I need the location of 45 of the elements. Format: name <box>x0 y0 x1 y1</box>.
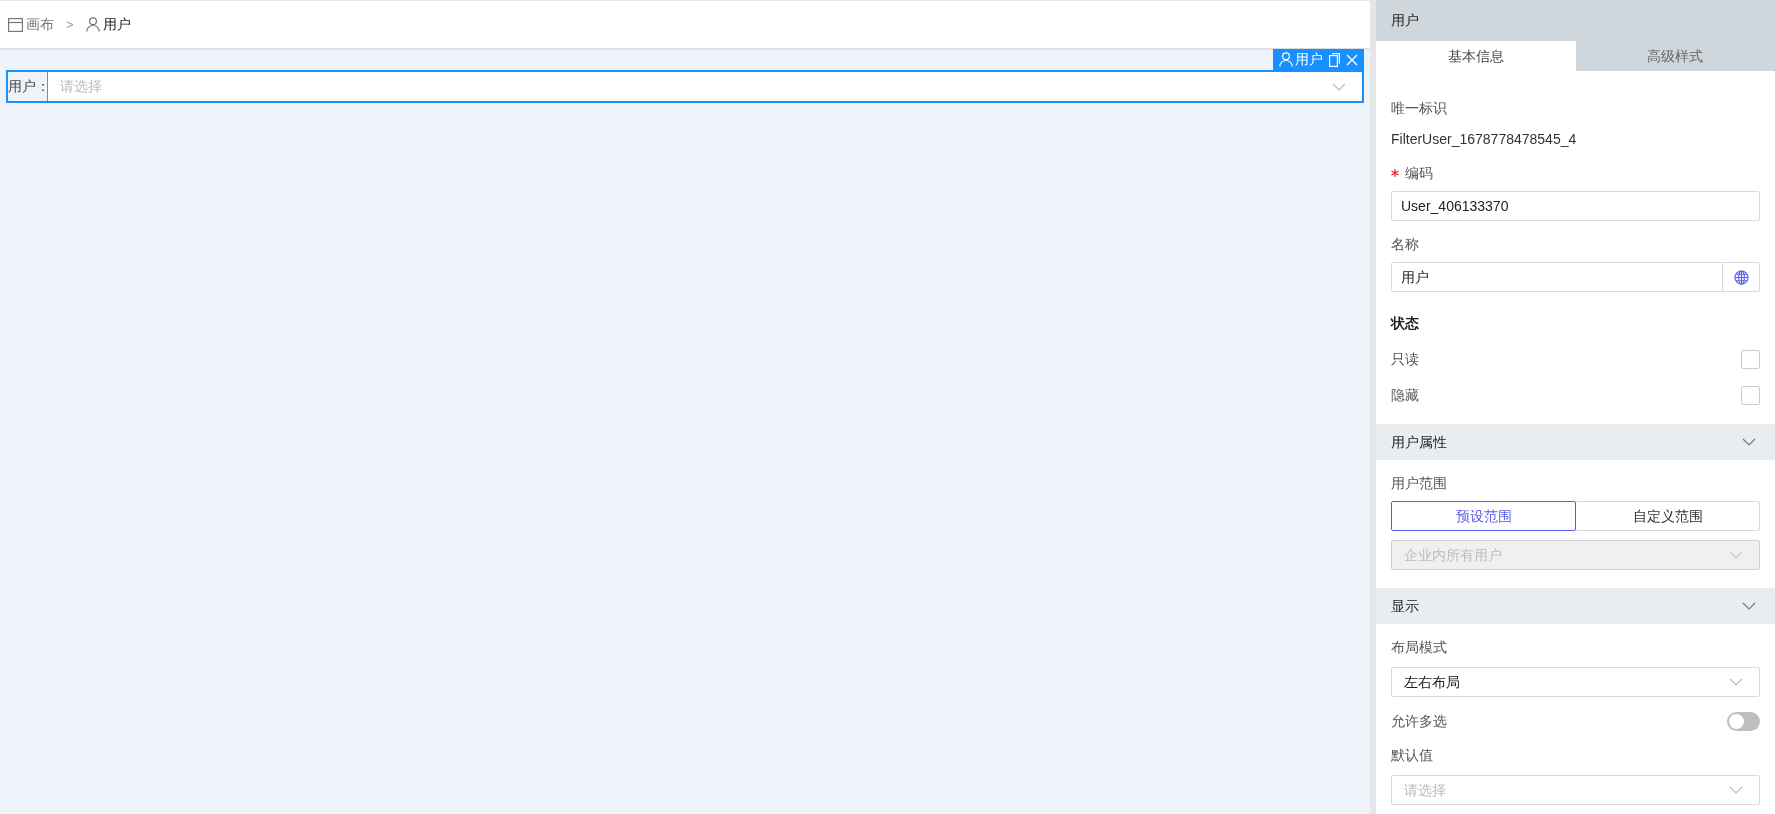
breadcrumb-item[interactable]: 用户 <box>85 14 131 35</box>
select-value: 左右布局 <box>1404 672 1460 692</box>
placeholder-text: 请选择 <box>1404 780 1446 800</box>
switch-label: 允许多选 <box>1391 711 1447 731</box>
checkbox[interactable] <box>1741 349 1760 369</box>
input-field[interactable]: 用户 <box>1392 263 1722 291</box>
chevron-down-icon <box>1332 82 1346 91</box>
field-label: 用户： <box>8 72 48 101</box>
field-value: FilterUser_1678778478545_4 <box>1391 129 1578 149</box>
segment-option[interactable]: 自定义范围 <box>1575 501 1760 531</box>
field-label: 唯一标识 <box>1391 98 1447 118</box>
checkbox-label: 只读 <box>1391 349 1419 369</box>
field-label: 编码 <box>1405 163 1433 183</box>
chevron-down-icon <box>1742 602 1756 610</box>
copy-icon[interactable] <box>1329 52 1340 67</box>
chevron-down-icon <box>1742 438 1756 446</box>
chevron-down-icon <box>1729 678 1743 686</box>
globe-icon <box>1733 269 1749 285</box>
section-header[interactable]: 用户属性 <box>1376 424 1775 460</box>
input-field[interactable]: User_406133370 <box>1391 191 1760 221</box>
section-title: 用户属性 <box>1391 432 1447 452</box>
close-icon[interactable] <box>1346 53 1358 66</box>
field-label: 名称 <box>1391 234 1419 254</box>
tab[interactable]: 基本信息 <box>1376 41 1576 71</box>
field-label: 布局模式 <box>1391 637 1447 657</box>
chevron-down-icon <box>1729 551 1743 559</box>
field-label: 默认值 <box>1391 745 1433 765</box>
toolbar-label: 用户 <box>1279 49 1323 70</box>
field-label: 用户范围 <box>1391 473 1447 493</box>
checkbox[interactable] <box>1741 385 1760 405</box>
chevron-down-icon <box>1729 786 1743 794</box>
toggle-switch[interactable] <box>1727 711 1760 731</box>
window-icon <box>8 17 23 32</box>
segment-option[interactable]: 预设范围 <box>1391 501 1576 531</box>
user-icon <box>85 17 100 32</box>
placeholder-text: 请选择 <box>60 77 102 96</box>
user-icon <box>1279 52 1293 67</box>
group-heading: 状态 <box>1391 313 1420 333</box>
checkbox-label: 隐藏 <box>1391 385 1419 405</box>
panel-title: 用户 <box>1376 0 1775 41</box>
breadcrumb-separator: > <box>66 15 74 34</box>
select-field[interactable]: 左右布局 <box>1391 667 1760 697</box>
section-header[interactable]: 显示 <box>1376 588 1775 624</box>
section-title: 显示 <box>1391 596 1419 616</box>
breadcrumb-item[interactable]: 画布 <box>8 14 54 35</box>
